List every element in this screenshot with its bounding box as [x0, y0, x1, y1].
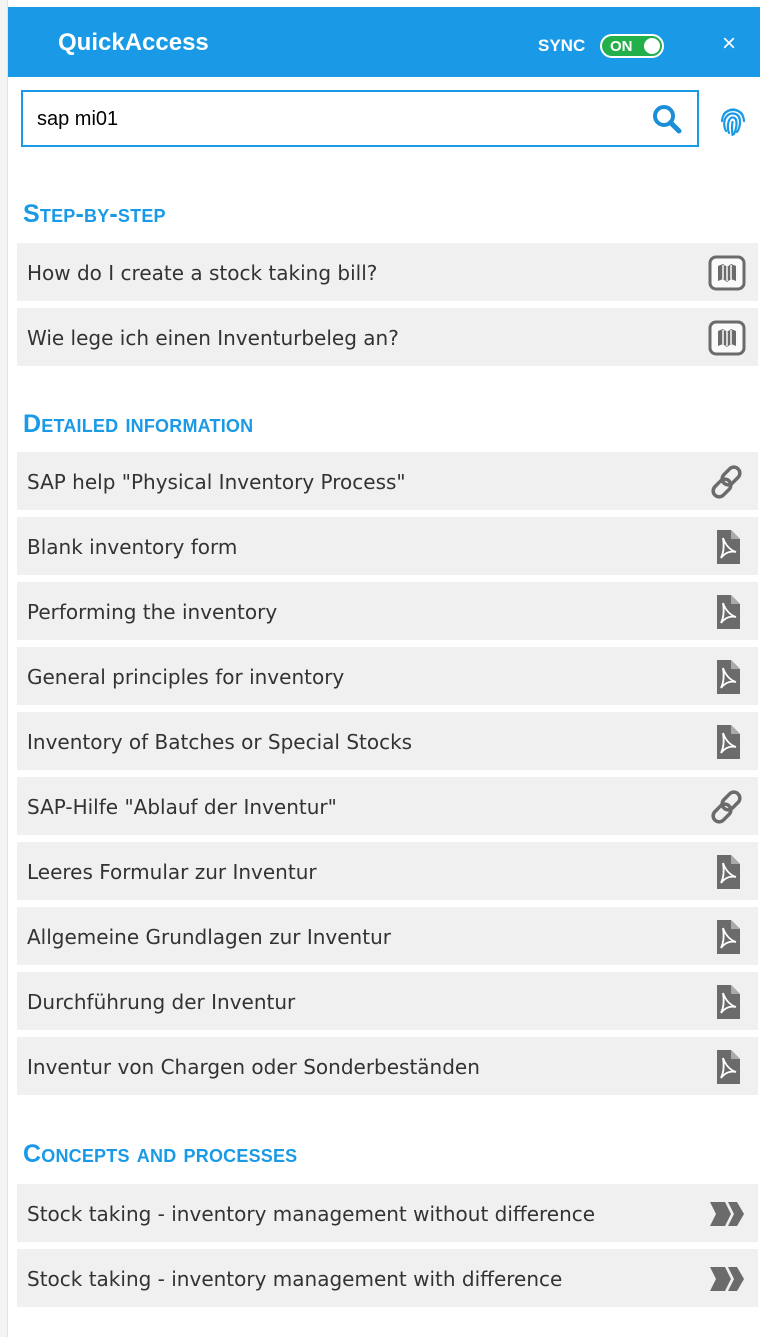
list-item-label: SAP help "Physical Inventory Process"	[27, 470, 406, 494]
search-input[interactable]	[37, 102, 627, 136]
search-icon[interactable]	[651, 103, 683, 135]
list-item[interactable]: General principles for inventory	[17, 647, 758, 707]
section-title-concepts-and-processes: Concepts and processes	[23, 1140, 298, 1168]
list-item[interactable]: Blank inventory form	[17, 517, 758, 577]
list-item[interactable]: Performing the inventory	[17, 582, 758, 642]
pdf-icon	[717, 1050, 740, 1084]
list-item-label: Stock taking - inventory management with…	[27, 1202, 596, 1226]
list-item-label: Leeres Formular zur Inventur	[27, 860, 317, 884]
list-item[interactable]: Inventur von Chargen oder Sonderbestände…	[17, 1037, 758, 1097]
list-item-label: Blank inventory form	[27, 535, 238, 559]
list-item-label: Stock taking - inventory management with…	[27, 1267, 563, 1291]
sync-toggle[interactable]: ON	[600, 34, 664, 58]
book-icon	[708, 255, 746, 291]
list-item[interactable]: SAP-Hilfe "Ablauf der Inventur"	[17, 777, 758, 837]
section-title-detailed-information: Detailed information	[23, 410, 254, 438]
list-item[interactable]: Durchführung der Inventur	[17, 972, 758, 1032]
list-item[interactable]: Stock taking - inventory management with…	[17, 1249, 758, 1309]
list-item-label: Wie lege ich einen Inventurbeleg an?	[27, 326, 399, 350]
process-chevrons-icon	[710, 1267, 744, 1291]
list-item-label: How do I create a stock taking bill?	[27, 261, 378, 285]
link-icon	[711, 465, 742, 499]
sync-label: SYNC	[538, 36, 586, 55]
list-item-label: General principles for inventory	[27, 665, 345, 689]
list-item-label: Durchführung der Inventur	[27, 990, 296, 1014]
book-icon	[708, 320, 746, 356]
fingerprint-icon[interactable]	[718, 104, 748, 138]
pdf-icon	[717, 855, 740, 889]
app-header: QuickAccess SYNC ON ×	[8, 7, 760, 77]
sync-toggle-knob	[644, 38, 660, 54]
list-item-label: Performing the inventory	[27, 600, 278, 624]
list-item[interactable]: Inventory of Batches or Special Stocks	[17, 712, 758, 772]
sync-toggle-state: ON	[610, 38, 633, 55]
pdf-icon	[717, 595, 740, 629]
list-item[interactable]: Leeres Formular zur Inventur	[17, 842, 758, 902]
process-chevrons-icon	[710, 1202, 744, 1226]
window-left-edge	[0, 0, 8, 1337]
list-item-label: Inventory of Batches or Special Stocks	[27, 730, 413, 754]
section-title-step-by-step: Step-by-step	[23, 200, 166, 228]
list-item-label: SAP-Hilfe "Ablauf der Inventur"	[27, 795, 337, 819]
list-item[interactable]: SAP help "Physical Inventory Process"	[17, 452, 758, 512]
search-box	[21, 90, 699, 147]
pdf-icon	[717, 660, 740, 694]
list-item[interactable]: Allgemeine Grundlagen zur Inventur	[17, 907, 758, 967]
pdf-icon	[717, 725, 740, 759]
list-item[interactable]: Wie lege ich einen Inventurbeleg an?	[17, 308, 758, 368]
close-button[interactable]: ×	[714, 29, 744, 59]
pdf-icon	[717, 985, 740, 1019]
list-item-label: Allgemeine Grundlagen zur Inventur	[27, 925, 391, 949]
app-title: QuickAccess	[58, 29, 209, 56]
list-item-label: Inventur von Chargen oder Sonderbestände…	[27, 1055, 480, 1079]
link-icon	[711, 790, 742, 824]
pdf-icon	[717, 920, 740, 954]
pdf-icon	[717, 530, 740, 564]
list-item[interactable]: Stock taking - inventory management with…	[17, 1184, 758, 1244]
list-item[interactable]: How do I create a stock taking bill?	[17, 243, 758, 303]
